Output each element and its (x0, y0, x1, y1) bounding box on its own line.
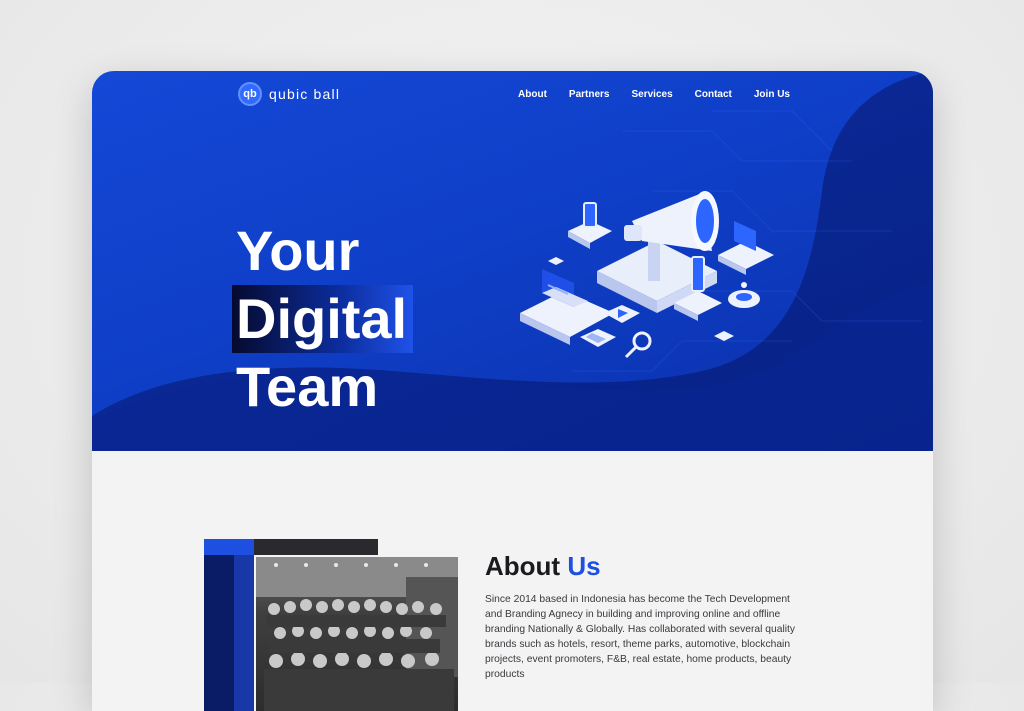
browser-frame: qb qubic ball About Partners Services Co… (92, 71, 933, 711)
video-tile (604, 305, 640, 323)
logo-mark-icon: qb (238, 82, 262, 106)
megaphone-isometric-icon (520, 191, 774, 359)
hero-line-3: Team (236, 354, 379, 418)
hero-line-1: Your (236, 218, 360, 282)
team-photo-block (204, 539, 458, 711)
nav-item-about[interactable]: About (518, 89, 547, 100)
about-title-accent: Us (567, 551, 601, 581)
nav-item-contact[interactable]: Contact (695, 89, 732, 100)
decor-blue-bar (204, 539, 254, 555)
about-section: About Us Since 2014 based in Indonesia h… (92, 451, 933, 711)
nav-item-services[interactable]: Services (631, 89, 672, 100)
top-nav: qb qubic ball About Partners Services Co… (238, 81, 790, 107)
brand-logo[interactable]: qb qubic ball (238, 82, 340, 106)
calculator-tile (580, 329, 616, 347)
about-title: About Us (485, 551, 805, 582)
hero-line-2-highlight: Digital (232, 284, 414, 353)
about-text-block: About Us Since 2014 based in Indonesia h… (485, 551, 805, 682)
decor-side-accent (234, 555, 254, 711)
team-photo (256, 557, 458, 711)
team-photo-image (256, 557, 458, 711)
hero-headline: Your Digital Team (232, 217, 414, 421)
location-pin-tile (728, 282, 760, 308)
brand-name: qubic ball (269, 86, 341, 102)
decor-dark-bar (254, 539, 378, 555)
nav-menu: About Partners Services Contact Join Us (518, 89, 790, 100)
tablet-tile (718, 221, 774, 275)
nav-item-partners[interactable]: Partners (569, 89, 610, 100)
about-description: Since 2014 based in Indonesia has become… (485, 594, 796, 680)
phone-tile (568, 202, 612, 249)
about-title-main: About (485, 551, 561, 581)
hero-section: qb qubic ball About Partners Services Co… (92, 71, 933, 451)
nav-item-join-us[interactable]: Join Us (754, 89, 790, 100)
magnifier-tile (624, 331, 652, 359)
